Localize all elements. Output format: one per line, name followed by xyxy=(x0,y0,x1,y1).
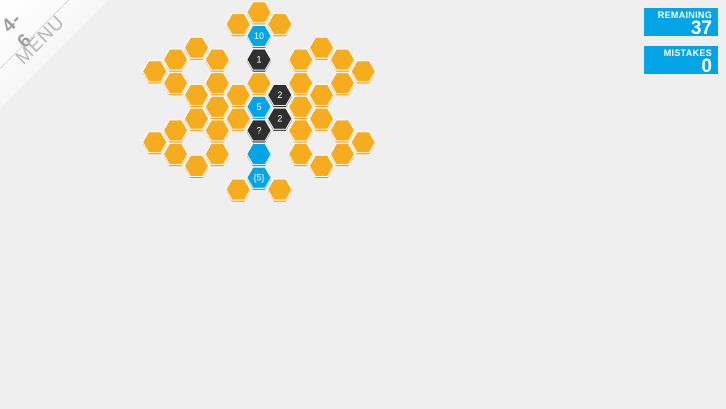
hex-cell-hidden[interactable] xyxy=(287,72,314,96)
hex-cell-hidden[interactable] xyxy=(142,131,168,155)
hex-cell-hidden[interactable] xyxy=(204,143,231,167)
hex-cell-black: ? xyxy=(246,119,272,143)
hex-cell-black: 2 xyxy=(267,107,293,131)
hex-cell-black: 2 xyxy=(267,83,293,108)
hex-cell-hidden[interactable] xyxy=(225,13,251,37)
hex-cell-hidden[interactable] xyxy=(204,95,231,119)
hex-clue-label: 2 xyxy=(277,114,282,124)
hex-cell-blue: {5} xyxy=(246,166,272,190)
hex-clue-label: 1 xyxy=(256,55,261,65)
hex-cell-hidden[interactable] xyxy=(246,1,272,25)
hex-cell-hidden[interactable] xyxy=(329,119,356,143)
hex-cell-hidden[interactable] xyxy=(287,95,314,119)
hex-cell-hidden[interactable] xyxy=(183,83,210,108)
hex-cell-hidden[interactable] xyxy=(308,107,335,131)
hex-cell-hidden[interactable] xyxy=(267,13,293,37)
hex-cell-hidden[interactable] xyxy=(142,60,168,84)
hex-cell-hidden[interactable] xyxy=(183,154,210,178)
hex-cell-hidden[interactable] xyxy=(183,107,210,131)
hex-clue-label: ? xyxy=(256,125,261,135)
hex-clue-label: 10 xyxy=(254,31,264,41)
hex-cell-hidden[interactable] xyxy=(162,119,189,143)
hex-cell-hidden[interactable] xyxy=(308,154,335,178)
hex-clue-label: 2 xyxy=(277,90,282,100)
hex-cell-hidden[interactable] xyxy=(246,72,272,96)
hex-cell-hidden[interactable] xyxy=(162,72,189,96)
hex-cell-black: 1 xyxy=(246,48,272,72)
hex-cell-hidden[interactable] xyxy=(225,178,251,202)
hex-cell-hidden[interactable] xyxy=(329,72,356,96)
hex-cell-hidden[interactable] xyxy=(308,83,335,108)
hex-cell-hidden[interactable] xyxy=(308,36,335,60)
hex-cell-hidden[interactable] xyxy=(287,48,314,72)
hex-cell-hidden[interactable] xyxy=(162,143,189,167)
hex-board: 10 1 5? {5} 2 2 xyxy=(142,1,376,202)
hex-cell-hidden[interactable] xyxy=(287,143,314,167)
hex-cell-hidden[interactable] xyxy=(350,60,376,84)
hex-clue-label: {5} xyxy=(253,173,264,183)
hex-cell-hidden[interactable] xyxy=(225,83,251,108)
hex-cell-blue xyxy=(246,143,272,167)
hex-cell-blue: 10 xyxy=(246,24,272,48)
hex-cell-hidden[interactable] xyxy=(329,48,356,72)
hex-cell-hidden[interactable] xyxy=(204,119,231,143)
hex-cell-hidden[interactable] xyxy=(183,36,210,60)
hex-cell-hidden[interactable] xyxy=(350,131,376,155)
hex-cell-blue: 5 xyxy=(246,95,272,119)
hex-cell-hidden[interactable] xyxy=(162,48,189,72)
hex-cell-hidden[interactable] xyxy=(287,119,314,143)
hex-clue-label: 5 xyxy=(256,102,261,112)
hex-cell-hidden[interactable] xyxy=(204,72,231,96)
hex-cell-hidden[interactable] xyxy=(225,107,251,131)
hex-cell-hidden[interactable] xyxy=(329,143,356,167)
hex-cell-hidden[interactable] xyxy=(267,178,293,202)
hex-cell-hidden[interactable] xyxy=(204,48,231,72)
